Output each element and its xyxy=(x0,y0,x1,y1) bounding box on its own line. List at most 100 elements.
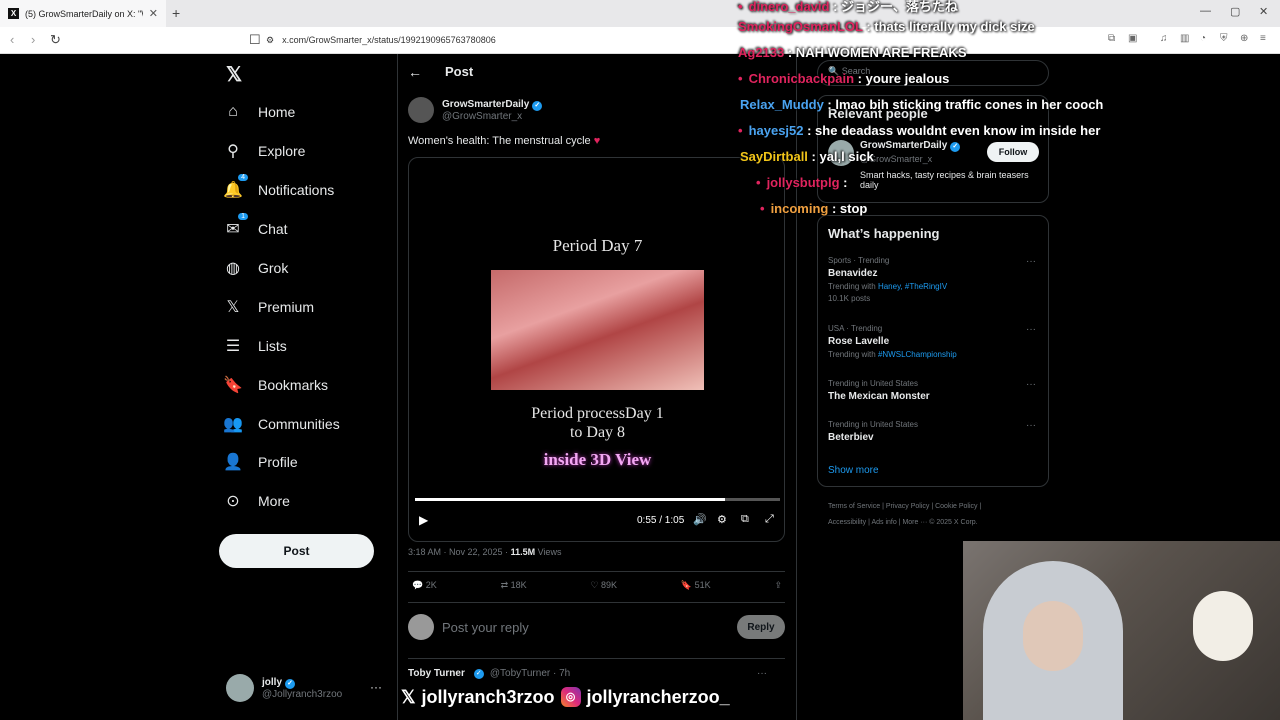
trend-context: Trending in United States xyxy=(828,420,918,429)
vpn-icon[interactable]: ⊕ xyxy=(1240,33,1248,44)
account-more-icon[interactable]: ··· xyxy=(370,680,382,694)
webcam-feed xyxy=(963,541,1280,720)
shields-icon[interactable]: ⛨ xyxy=(1220,33,1228,44)
trend-tags[interactable]: #NWSLChampionship xyxy=(878,350,957,359)
trend-item[interactable]: USA · Trending Rose Lavelle Trending with … xyxy=(828,324,1043,359)
reply-tweet-header[interactable]: Toby Turner ✓ @TobyTurner · 7h xyxy=(408,668,570,679)
reply-button[interactable]: Reply xyxy=(737,615,785,639)
nav-item-explore[interactable]: ⚲ Explore xyxy=(222,133,305,169)
media-icon[interactable]: ♫ xyxy=(1160,33,1168,44)
reply-author-name[interactable]: Toby Turner xyxy=(408,668,465,679)
reply-author-handle: @TobyTurner · 7h xyxy=(489,668,571,679)
chat-dot-icon: • xyxy=(760,201,765,216)
browser-tab[interactable]: X (5) GrowSmarterDaily on X: "Wo ✕ xyxy=(0,0,166,27)
account-handle: @Jollyranch3rzoo xyxy=(262,688,343,700)
back-arrow-icon[interactable]: ← xyxy=(408,64,422,80)
nav-item-grok[interactable]: ◍ Grok xyxy=(222,250,288,286)
maximize-icon[interactable]: ▢ xyxy=(1230,5,1240,18)
like-action[interactable]: ♡ 89K xyxy=(590,580,617,591)
close-window-icon[interactable]: ✕ xyxy=(1259,5,1268,18)
new-tab-icon[interactable]: + xyxy=(172,5,180,21)
nav-item-home[interactable]: ⌂ Home xyxy=(222,94,295,130)
account-switcher[interactable]: jolly ✓ @Jollyranch3rzoo xyxy=(226,674,342,702)
bookmark-action[interactable]: 🔖 51K xyxy=(681,580,711,591)
divider xyxy=(408,571,785,572)
nav-item-chat[interactable]: ✉ 1 Chat xyxy=(222,211,288,247)
fullscreen-icon[interactable]: ⤢ xyxy=(765,513,774,526)
back-arrow-icon[interactable]: ‹ xyxy=(10,32,14,47)
chat-message: • dinero_david : ジョジー、落ちたね xyxy=(738,0,958,15)
follow-button[interactable]: Follow xyxy=(987,142,1039,162)
show-more-link[interactable]: Show more xyxy=(828,465,879,476)
chat-text: : thats literally my dick size xyxy=(862,19,1035,34)
volume-icon[interactable]: 🔊 xyxy=(693,513,707,526)
nav-item-notifications[interactable]: 🔔 4 Notifications xyxy=(222,172,334,208)
trend-item[interactable]: Trending in United States The Mexican Mon… xyxy=(828,379,1043,402)
tweet-author[interactable]: GrowSmarterDaily ✓ @GrowSmarter_x xyxy=(408,97,543,123)
video-progress-bar[interactable] xyxy=(415,498,780,501)
settings-gear-icon[interactable]: ⚙ xyxy=(717,513,727,526)
nav-item-bookmarks[interactable]: 🔖 Bookmarks xyxy=(222,367,328,403)
extension-icon[interactable]: ⧉ xyxy=(1108,33,1115,44)
bookmark-page-icon[interactable]: ☐ xyxy=(249,32,261,48)
nav-item-more[interactable]: ⊙ More xyxy=(222,483,290,519)
x-logo-icon[interactable]: 𝕏 xyxy=(226,62,242,87)
footer-links-2[interactable]: Accessibility | Ads info | More ··· © 20… xyxy=(828,519,1048,526)
footer-links-1[interactable]: Terms of Service | Privacy Policy | Cook… xyxy=(828,503,1048,510)
nav-item-profile[interactable]: 👤 Profile xyxy=(222,444,298,480)
tab-strip xyxy=(0,0,1280,27)
trend-item[interactable]: Trending in United States Beterbiev xyxy=(828,420,1043,443)
close-tab-icon[interactable]: ✕ xyxy=(149,7,158,20)
chat-text: : lmao bih sticking traffic cones in her… xyxy=(823,97,1104,112)
more-options-icon[interactable]: ··· xyxy=(757,668,767,679)
views-label: Views xyxy=(535,547,562,557)
chat-text: : she deadass wouldnt even know im insid… xyxy=(803,123,1101,138)
trend-more-icon[interactable]: ··· xyxy=(1026,256,1036,267)
repost-action[interactable]: ⇄ 18K xyxy=(501,580,527,591)
sidebar-icon[interactable]: ▥ xyxy=(1180,33,1189,44)
video-time: 0:55 / 1:05 xyxy=(637,515,685,526)
chat-message: Relax_Muddy : lmao bih sticking traffic … xyxy=(740,97,1103,112)
nav-item-label: Bookmarks xyxy=(258,377,329,393)
trend-more-icon[interactable]: ··· xyxy=(1026,324,1036,335)
trend-more-icon[interactable]: ··· xyxy=(1026,420,1036,431)
leo-icon[interactable]: ◔ xyxy=(1200,33,1206,44)
minimize-icon[interactable]: — xyxy=(1200,5,1211,17)
author-handle[interactable]: @GrowSmarter_x xyxy=(442,111,542,122)
share-icon[interactable]: ⇪ xyxy=(774,580,782,591)
reload-icon[interactable]: ↻ xyxy=(50,32,61,48)
notification-badge: 1 xyxy=(238,213,248,220)
reply-input[interactable]: Post your reply xyxy=(442,620,729,635)
search-icon: ⚲ xyxy=(227,143,239,160)
author-avatar[interactable] xyxy=(408,97,434,123)
x-handle-text: jollyranch3rzoo xyxy=(421,686,555,707)
author-name[interactable]: GrowSmarterDaily xyxy=(442,99,529,110)
nav-item-label: Explore xyxy=(258,143,306,159)
nav-item-label: Communities xyxy=(258,416,340,432)
tweet-timestamp[interactable]: 3:18 AM · Nov 22, 2025 · xyxy=(408,547,511,557)
play-icon[interactable]: ▶ xyxy=(419,513,428,527)
trend-item[interactable]: Sports · Trending Benavidez Trending with … xyxy=(828,256,1043,303)
trend-more-icon[interactable]: ··· xyxy=(1026,379,1036,390)
nav-item-lists[interactable]: ☰ Lists xyxy=(222,328,287,364)
pip-icon[interactable]: ⧉ xyxy=(741,513,749,526)
wallet-icon[interactable]: ▣ xyxy=(1128,33,1137,44)
nav-item-communities[interactable]: 👥 Communities xyxy=(222,406,340,442)
trend-tags[interactable]: Haney, #TheRingIV xyxy=(878,282,947,291)
site-info-icon[interactable]: ⚙ xyxy=(266,35,274,46)
post-button[interactable]: Post xyxy=(219,534,374,568)
video-player[interactable]: Period Day 7 Period processDay 1 to Day … xyxy=(408,157,785,542)
url-field[interactable]: ⚙ x.com/GrowSmarter_x/status/19921909657… xyxy=(266,31,736,49)
relevant-name[interactable]: GrowSmarterDaily ✓ xyxy=(860,140,961,152)
nav-item-premium[interactable]: 𝕏 Premium xyxy=(222,289,314,325)
menu-icon[interactable]: ≡ xyxy=(1260,33,1266,44)
divider xyxy=(408,658,785,659)
reply-action[interactable]: 💬 2K xyxy=(412,580,437,591)
home-icon: ⌂ xyxy=(228,103,238,120)
chat-dot-icon: • xyxy=(738,71,743,86)
chat-text: : yal,l sick xyxy=(807,149,874,164)
video-caption-1: Period processDay 1 xyxy=(531,405,664,422)
forward-arrow-icon[interactable]: › xyxy=(31,32,35,47)
avatar xyxy=(226,674,254,702)
nav-item-label: Chat xyxy=(258,221,288,237)
